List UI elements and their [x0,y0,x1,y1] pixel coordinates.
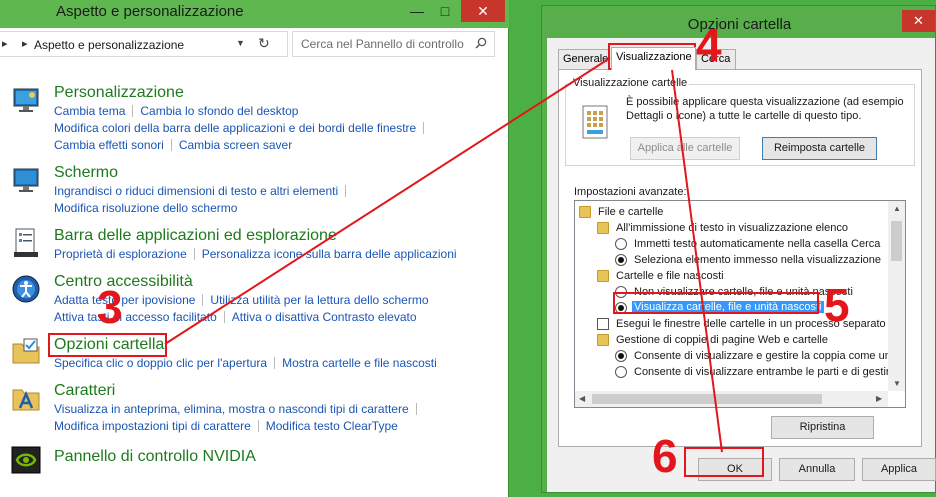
link-preview-fonts[interactable]: Visualizza in anteprima, elimina, mostra… [54,402,409,416]
link-high-contrast[interactable]: Attiva o disattiva Contrasto elevato [232,310,417,324]
link-show-hidden-files[interactable]: Mostra cartelle e file nascosti [282,356,437,370]
folder-icon [597,222,609,234]
refresh-icon[interactable]: ↻ [258,35,270,52]
link-row: Modifica risoluzione dello schermo [54,201,237,215]
link-screen-resolution[interactable]: Modifica risoluzione dello schermo [54,201,237,215]
tab-view[interactable]: Visualizzazione [611,47,696,70]
tab-panel: Visualizzazione cartelle È possibile app… [558,69,922,447]
link-screen-reader[interactable]: Utilizza utilità per la lettura dello sc… [210,293,428,307]
category-title[interactable]: Centro accessibilità [54,273,193,291]
folder-options-icon [12,338,40,364]
scroll-left-icon[interactable]: ◀ [579,394,585,403]
apply-button[interactable]: Applica [862,458,936,481]
link-explorer-properties[interactable]: Proprietà di esplorazione [54,247,187,261]
step-3-number: 3 [97,281,123,333]
link-customize-taskbar-icons[interactable]: Personalizza icone sulla barra delle app… [202,247,457,261]
folder-icon [597,334,609,346]
breadcrumb[interactable]: Aspetto e personalizzazione [34,38,184,52]
category-title[interactable]: Personalizzazione [54,84,184,102]
search-placeholder: Cerca nel Pannello di controllo [301,37,464,51]
advanced-settings-label: Impostazioni avanzate: [574,186,687,198]
nvidia-icon [11,446,41,474]
radio-icon[interactable] [615,238,627,250]
accessibility-icon [12,275,40,303]
link-click-options[interactable]: Specifica clic o doppio clic per l'apert… [54,356,267,370]
address-bar[interactable]: ▸ ▸ Aspetto e personalizzazione ▼ ↻ [0,31,288,57]
search-input[interactable]: Cerca nel Pannello di controllo [292,31,495,57]
link-row: Specifica clic o doppio clic per l'apert… [54,356,437,370]
highlight-folder-options [48,333,167,357]
dialog-close-button[interactable]: ✕ [902,10,935,32]
restore-defaults-button[interactable]: Ripristina [771,416,874,439]
link-row: Modifica impostazioni tipi di carattere M… [54,419,398,433]
vertical-scrollbar[interactable]: ▲ ▼ [888,201,905,391]
highlight-ok-button [684,447,764,477]
folder-icon [597,270,609,282]
link-font-settings[interactable]: Modifica impostazioni tipi di carattere [54,419,251,433]
category-title[interactable]: Barra delle applicazioni ed esplorazione [54,227,337,245]
control-panel-titlebar: Aspetto e personalizzazione — □ ✕ [0,0,509,28]
scroll-right-icon[interactable]: ▶ [876,394,882,403]
link-change-theme[interactable]: Cambia tema [54,104,125,118]
folder-views-group: Visualizzazione cartelle È possibile app… [565,77,915,166]
link-change-screensaver[interactable]: Cambia screen saver [179,138,292,152]
dialog-title: Opzioni cartella [687,16,792,33]
link-change-sounds[interactable]: Cambia effetti sonori [54,138,164,152]
personalization-icon [13,88,39,112]
link-row: Ingrandisci o riduci dimensioni di testo… [54,184,353,198]
chevron-left-icon: ▸ [2,38,8,50]
maximize-button[interactable]: □ [432,0,458,22]
scroll-thumb[interactable] [891,221,902,261]
category-title[interactable]: Schermo [54,164,118,182]
radio-checked-icon[interactable] [615,350,627,362]
link-change-colors[interactable]: Modifica colori della barra delle applic… [54,121,416,135]
link-row: Modifica colori della barra delle applic… [54,121,431,135]
taskbar-icon [14,228,38,257]
dialog-body: Generale Visualizzazione Cerca Visualizz… [547,38,936,492]
scroll-up-icon[interactable]: ▲ [893,204,901,213]
folder-options-dialog: Opzioni cartella ✕ Generale Visualizzazi… [541,5,936,493]
checkbox-icon[interactable] [597,318,609,330]
link-cleartype[interactable]: Modifica testo ClearType [266,419,398,433]
category-title[interactable]: Caratteri [54,382,115,400]
step-6-number: 6 [652,430,678,482]
link-row: Cambia tema Cambia lo sfondo del desktop [54,104,298,118]
reset-folders-button[interactable]: Reimposta cartelle [762,137,877,160]
minimize-button[interactable]: — [404,0,430,22]
display-icon [13,168,39,192]
link-row: Visualizza in anteprima, elimina, mostra… [54,402,424,416]
control-panel-window: Aspetto e personalizzazione — □ ✕ ▸ ▸ As… [0,0,509,497]
folder-icon [579,206,591,218]
link-low-vision[interactable]: Adatta testo per ipovisione [54,293,195,307]
link-sticky-keys[interactable]: Attiva tasti di accesso facilitato [54,310,217,324]
close-button[interactable]: ✕ [461,0,505,22]
group-label: Visualizzazione cartelle [571,77,690,89]
apply-to-folders-button[interactable]: Applica alle cartelle [630,137,740,160]
radio-checked-icon[interactable] [615,254,627,266]
link-row: Proprietà di esplorazione Personalizza ic… [54,247,457,261]
link-resize-text[interactable]: Ingrandisci o riduci dimensioni di testo… [54,184,338,198]
scroll-down-icon[interactable]: ▼ [893,379,901,388]
chevron-down-icon[interactable]: ▼ [236,38,245,48]
radio-icon[interactable] [615,366,627,378]
cancel-button[interactable]: Annulla [779,458,855,481]
search-icon[interactable] [475,37,487,49]
highlight-show-hidden [613,292,819,314]
horizontal-scrollbar[interactable]: ◀ ▶ [575,391,888,407]
fonts-icon [12,389,40,411]
link-row: Cambia effetti sonori Cambia screen saver [54,138,292,152]
folder-view-icon [582,105,608,139]
step-4-number: 4 [696,19,722,71]
folder-views-description: È possibile applicare questa visualizzaz… [626,96,904,122]
chevron-right-icon: ▸ [22,38,28,50]
tab-general[interactable]: Generale [558,49,610,69]
step-5-number: 5 [824,279,850,331]
category-title[interactable]: Pannello di controllo NVIDIA [54,448,256,466]
link-change-background[interactable]: Cambia lo sfondo del desktop [140,104,298,118]
window-title: Aspetto e personalizzazione [56,3,244,20]
scroll-thumb[interactable] [592,394,822,404]
